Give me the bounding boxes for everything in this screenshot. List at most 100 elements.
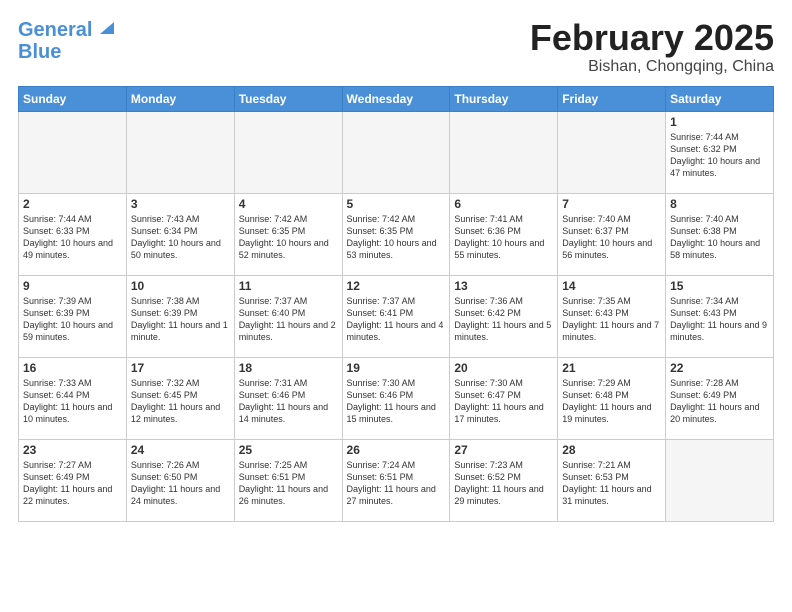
cell-info: Sunrise: 7:35 AM Sunset: 6:43 PM Dayligh… bbox=[562, 295, 661, 344]
day-number: 14 bbox=[562, 279, 661, 293]
cell-info: Sunrise: 7:41 AM Sunset: 6:36 PM Dayligh… bbox=[454, 213, 553, 262]
cell-info: Sunrise: 7:29 AM Sunset: 6:48 PM Dayligh… bbox=[562, 377, 661, 426]
day-number: 6 bbox=[454, 197, 553, 211]
calendar-cell: 6 Sunrise: 7:41 AM Sunset: 6:36 PM Daylig… bbox=[450, 193, 558, 275]
day-number: 5 bbox=[347, 197, 446, 211]
day-number: 8 bbox=[670, 197, 769, 211]
calendar-cell bbox=[342, 111, 450, 193]
day-number: 4 bbox=[239, 197, 338, 211]
location: Bishan, Chongqing, China bbox=[530, 58, 774, 76]
cell-info: Sunrise: 7:36 AM Sunset: 6:42 PM Dayligh… bbox=[454, 295, 553, 344]
day-number: 24 bbox=[131, 443, 230, 457]
week-row-4: 23Sunrise: 7:27 AM Sunset: 6:49 PM Dayli… bbox=[19, 439, 774, 521]
weekday-header-row: SundayMondayTuesdayWednesdayThursdayFrid… bbox=[19, 86, 774, 111]
cell-info: Sunrise: 7:27 AM Sunset: 6:49 PM Dayligh… bbox=[23, 459, 122, 508]
week-row-2: 9 Sunrise: 7:39 AM Sunset: 6:39 PM Daylig… bbox=[19, 275, 774, 357]
cell-info: Sunrise: 7:42 AM Sunset: 6:35 PM Dayligh… bbox=[239, 213, 338, 262]
calendar-cell: 3 Sunrise: 7:43 AM Sunset: 6:34 PM Daylig… bbox=[126, 193, 234, 275]
day-number: 15 bbox=[670, 279, 769, 293]
cell-info: Sunrise: 7:39 AM Sunset: 6:39 PM Dayligh… bbox=[23, 295, 122, 344]
day-number: 10 bbox=[131, 279, 230, 293]
cell-info: Sunrise: 7:44 AM Sunset: 6:33 PM Dayligh… bbox=[23, 213, 122, 262]
calendar-cell: 27 Sunrise: 7:23 AM Sunset: 6:52 PM Dayli… bbox=[450, 439, 558, 521]
cell-info: Sunrise: 7:33 AM Sunset: 6:44 PM Dayligh… bbox=[23, 377, 122, 426]
calendar-cell bbox=[450, 111, 558, 193]
month-title: February 2025 bbox=[530, 18, 774, 58]
day-number: 27 bbox=[454, 443, 553, 457]
day-number: 3 bbox=[131, 197, 230, 211]
weekday-wednesday: Wednesday bbox=[342, 86, 450, 111]
day-number: 20 bbox=[454, 361, 553, 375]
calendar-cell: 24 Sunrise: 7:26 AM Sunset: 6:50 PM Dayli… bbox=[126, 439, 234, 521]
logo-text-block: General Blue bbox=[18, 18, 114, 63]
calendar-cell: 10 Sunrise: 7:38 AM Sunset: 6:39 PM Dayli… bbox=[126, 275, 234, 357]
logo: General Blue bbox=[18, 18, 114, 63]
cell-info: Sunrise: 7:23 AM Sunset: 6:52 PM Dayligh… bbox=[454, 459, 553, 508]
day-number: 18 bbox=[239, 361, 338, 375]
title-block: February 2025 Bishan, Chongqing, China bbox=[530, 18, 774, 76]
cell-info: Sunrise: 7:38 AM Sunset: 6:39 PM Dayligh… bbox=[131, 295, 230, 344]
day-number: 28 bbox=[562, 443, 661, 457]
calendar-cell: 14 Sunrise: 7:35 AM Sunset: 6:43 PM Dayli… bbox=[558, 275, 666, 357]
day-number: 9 bbox=[23, 279, 122, 293]
cell-info: Sunrise: 7:40 AM Sunset: 6:38 PM Dayligh… bbox=[670, 213, 769, 262]
day-number: 26 bbox=[347, 443, 446, 457]
cell-info: Sunrise: 7:31 AM Sunset: 6:46 PM Dayligh… bbox=[239, 377, 338, 426]
logo-icon bbox=[96, 18, 114, 36]
calendar-cell: 7 Sunrise: 7:40 AM Sunset: 6:37 PM Daylig… bbox=[558, 193, 666, 275]
week-row-0: 1Sunrise: 7:44 AM Sunset: 6:32 PM Daylig… bbox=[19, 111, 774, 193]
cell-info: Sunrise: 7:28 AM Sunset: 6:49 PM Dayligh… bbox=[670, 377, 769, 426]
cell-info: Sunrise: 7:40 AM Sunset: 6:37 PM Dayligh… bbox=[562, 213, 661, 262]
page: General Blue February 2025 Bishan, Chong… bbox=[0, 0, 792, 612]
calendar-cell: 9 Sunrise: 7:39 AM Sunset: 6:39 PM Daylig… bbox=[19, 275, 127, 357]
weekday-saturday: Saturday bbox=[666, 86, 774, 111]
cell-info: Sunrise: 7:21 AM Sunset: 6:53 PM Dayligh… bbox=[562, 459, 661, 508]
logo-line2: Blue bbox=[18, 41, 114, 63]
calendar-cell bbox=[558, 111, 666, 193]
calendar-cell: 11 Sunrise: 7:37 AM Sunset: 6:40 PM Dayli… bbox=[234, 275, 342, 357]
calendar-cell: 21 Sunrise: 7:29 AM Sunset: 6:48 PM Dayli… bbox=[558, 357, 666, 439]
calendar-table: SundayMondayTuesdayWednesdayThursdayFrid… bbox=[18, 86, 774, 522]
header: General Blue February 2025 Bishan, Chong… bbox=[18, 18, 774, 76]
day-number: 21 bbox=[562, 361, 661, 375]
calendar-cell: 8 Sunrise: 7:40 AM Sunset: 6:38 PM Daylig… bbox=[666, 193, 774, 275]
cell-info: Sunrise: 7:37 AM Sunset: 6:40 PM Dayligh… bbox=[239, 295, 338, 344]
weekday-tuesday: Tuesday bbox=[234, 86, 342, 111]
day-number: 17 bbox=[131, 361, 230, 375]
calendar-cell: 16 Sunrise: 7:33 AM Sunset: 6:44 PM Dayli… bbox=[19, 357, 127, 439]
day-number: 1 bbox=[670, 115, 769, 129]
weekday-friday: Friday bbox=[558, 86, 666, 111]
logo-line1: General bbox=[18, 19, 92, 41]
calendar-cell: 28 Sunrise: 7:21 AM Sunset: 6:53 PM Dayli… bbox=[558, 439, 666, 521]
cell-info: Sunrise: 7:25 AM Sunset: 6:51 PM Dayligh… bbox=[239, 459, 338, 508]
calendar-cell: 19 Sunrise: 7:30 AM Sunset: 6:46 PM Dayli… bbox=[342, 357, 450, 439]
cell-info: Sunrise: 7:37 AM Sunset: 6:41 PM Dayligh… bbox=[347, 295, 446, 344]
cell-info: Sunrise: 7:30 AM Sunset: 6:46 PM Dayligh… bbox=[347, 377, 446, 426]
cell-info: Sunrise: 7:26 AM Sunset: 6:50 PM Dayligh… bbox=[131, 459, 230, 508]
day-number: 7 bbox=[562, 197, 661, 211]
calendar-cell: 18 Sunrise: 7:31 AM Sunset: 6:46 PM Dayli… bbox=[234, 357, 342, 439]
calendar-cell: 25Sunrise: 7:25 AM Sunset: 6:51 PM Dayli… bbox=[234, 439, 342, 521]
cell-info: Sunrise: 7:43 AM Sunset: 6:34 PM Dayligh… bbox=[131, 213, 230, 262]
day-number: 22 bbox=[670, 361, 769, 375]
calendar-cell: 4 Sunrise: 7:42 AM Sunset: 6:35 PM Daylig… bbox=[234, 193, 342, 275]
cell-info: Sunrise: 7:30 AM Sunset: 6:47 PM Dayligh… bbox=[454, 377, 553, 426]
calendar-cell: 17 Sunrise: 7:32 AM Sunset: 6:45 PM Dayli… bbox=[126, 357, 234, 439]
calendar-cell: 12Sunrise: 7:37 AM Sunset: 6:41 PM Dayli… bbox=[342, 275, 450, 357]
day-number: 16 bbox=[23, 361, 122, 375]
weekday-sunday: Sunday bbox=[19, 86, 127, 111]
calendar-cell: 1Sunrise: 7:44 AM Sunset: 6:32 PM Daylig… bbox=[666, 111, 774, 193]
calendar-cell bbox=[19, 111, 127, 193]
calendar-cell: 22 Sunrise: 7:28 AM Sunset: 6:49 PM Dayli… bbox=[666, 357, 774, 439]
calendar-cell: 13Sunrise: 7:36 AM Sunset: 6:42 PM Dayli… bbox=[450, 275, 558, 357]
week-row-3: 16 Sunrise: 7:33 AM Sunset: 6:44 PM Dayli… bbox=[19, 357, 774, 439]
day-number: 19 bbox=[347, 361, 446, 375]
weekday-thursday: Thursday bbox=[450, 86, 558, 111]
cell-info: Sunrise: 7:24 AM Sunset: 6:51 PM Dayligh… bbox=[347, 459, 446, 508]
day-number: 11 bbox=[239, 279, 338, 293]
logo-text: General bbox=[18, 19, 92, 41]
cell-info: Sunrise: 7:32 AM Sunset: 6:45 PM Dayligh… bbox=[131, 377, 230, 426]
calendar-cell: 15Sunrise: 7:34 AM Sunset: 6:43 PM Dayli… bbox=[666, 275, 774, 357]
cell-info: Sunrise: 7:42 AM Sunset: 6:35 PM Dayligh… bbox=[347, 213, 446, 262]
week-row-1: 2Sunrise: 7:44 AM Sunset: 6:33 PM Daylig… bbox=[19, 193, 774, 275]
